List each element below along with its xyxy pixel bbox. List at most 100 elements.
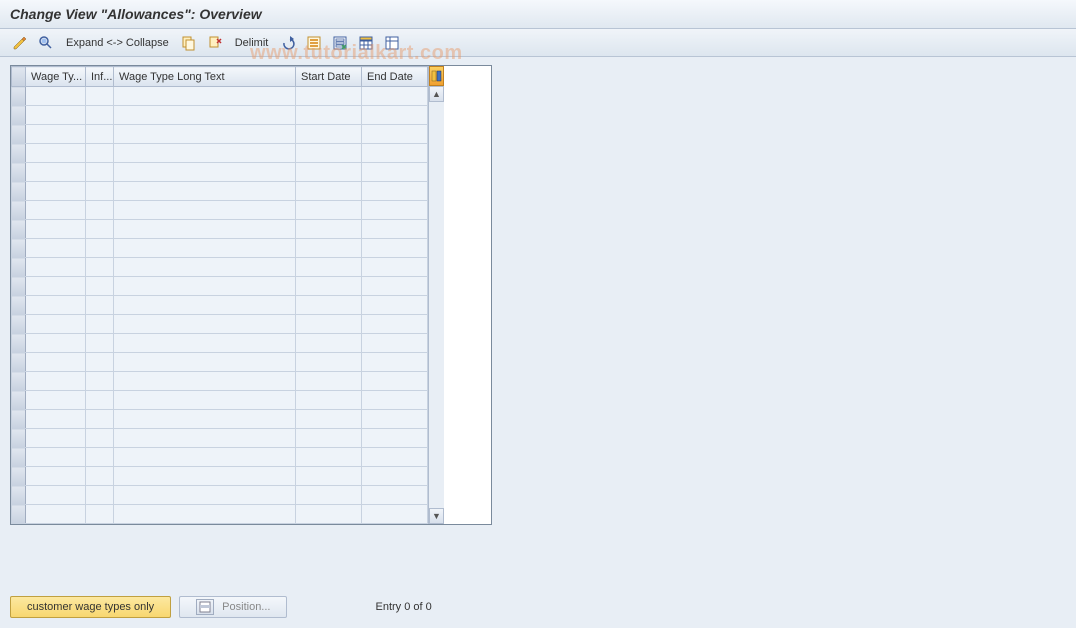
table-cell[interactable] <box>114 334 296 353</box>
row-selector[interactable] <box>12 125 26 144</box>
table-cell[interactable] <box>86 125 114 144</box>
table-row[interactable] <box>12 201 428 220</box>
table-cell[interactable] <box>296 125 362 144</box>
table-cell[interactable] <box>26 87 86 106</box>
table-cell[interactable] <box>26 258 86 277</box>
table-cell[interactable] <box>296 144 362 163</box>
table-row[interactable] <box>12 182 428 201</box>
table-cell[interactable] <box>114 220 296 239</box>
row-selector[interactable] <box>12 296 26 315</box>
table-cell[interactable] <box>86 163 114 182</box>
table-cell[interactable] <box>296 410 362 429</box>
table-cell[interactable] <box>362 334 428 353</box>
table-settings-button[interactable] <box>354 33 378 53</box>
table-cell[interactable] <box>114 467 296 486</box>
table-cell[interactable] <box>362 448 428 467</box>
row-selector[interactable] <box>12 239 26 258</box>
row-selector[interactable] <box>12 353 26 372</box>
table-cell[interactable] <box>26 353 86 372</box>
table-row[interactable] <box>12 391 428 410</box>
select-all-button[interactable] <box>302 33 326 53</box>
table-cell[interactable] <box>26 296 86 315</box>
column-header[interactable]: Inf... <box>86 67 114 87</box>
table-cell[interactable] <box>296 239 362 258</box>
deselect-all-button[interactable] <box>328 33 352 53</box>
table-cell[interactable] <box>362 125 428 144</box>
table-cell[interactable] <box>296 182 362 201</box>
details-button[interactable] <box>34 33 58 53</box>
table-row[interactable] <box>12 220 428 239</box>
table-row[interactable] <box>12 505 428 524</box>
table-cell[interactable] <box>114 258 296 277</box>
table-cell[interactable] <box>362 220 428 239</box>
table-cell[interactable] <box>296 106 362 125</box>
table-row[interactable] <box>12 125 428 144</box>
toggle-button[interactable] <box>8 33 32 53</box>
table-row[interactable] <box>12 239 428 258</box>
table-cell[interactable] <box>362 315 428 334</box>
table-cell[interactable] <box>114 448 296 467</box>
table-cell[interactable] <box>296 353 362 372</box>
table-cell[interactable] <box>296 334 362 353</box>
table-cell[interactable] <box>296 163 362 182</box>
table-row[interactable] <box>12 486 428 505</box>
column-header[interactable]: Wage Ty... <box>26 67 86 87</box>
table-row[interactable] <box>12 448 428 467</box>
table-cell[interactable] <box>86 258 114 277</box>
table-cell[interactable] <box>86 106 114 125</box>
row-selector[interactable] <box>12 106 26 125</box>
table-cell[interactable] <box>362 505 428 524</box>
expand-collapse-label[interactable]: Expand <-> Collapse <box>60 37 175 49</box>
row-selector[interactable] <box>12 163 26 182</box>
row-selector[interactable] <box>12 486 26 505</box>
table-row[interactable] <box>12 353 428 372</box>
column-header[interactable]: End Date <box>362 67 428 87</box>
table-row[interactable] <box>12 372 428 391</box>
table-cell[interactable] <box>26 125 86 144</box>
copy-button[interactable] <box>177 33 201 53</box>
table-cell[interactable] <box>114 201 296 220</box>
row-selector-header[interactable] <box>12 67 26 87</box>
table-cell[interactable] <box>114 182 296 201</box>
table-cell[interactable] <box>86 239 114 258</box>
print-button[interactable] <box>380 33 404 53</box>
table-cell[interactable] <box>26 505 86 524</box>
table-cell[interactable] <box>26 486 86 505</box>
table-cell[interactable] <box>114 315 296 334</box>
table-cell[interactable] <box>86 429 114 448</box>
table-cell[interactable] <box>86 467 114 486</box>
row-selector[interactable] <box>12 391 26 410</box>
table-cell[interactable] <box>26 410 86 429</box>
table-cell[interactable] <box>26 448 86 467</box>
table-cell[interactable] <box>114 296 296 315</box>
table-cell[interactable] <box>296 277 362 296</box>
table-cell[interactable] <box>26 467 86 486</box>
table-cell[interactable] <box>86 296 114 315</box>
table-cell[interactable] <box>296 505 362 524</box>
table-row[interactable] <box>12 87 428 106</box>
table-cell[interactable] <box>26 144 86 163</box>
table-cell[interactable] <box>362 277 428 296</box>
table-cell[interactable] <box>86 201 114 220</box>
table-cell[interactable] <box>362 391 428 410</box>
row-selector[interactable] <box>12 448 26 467</box>
table-cell[interactable] <box>86 391 114 410</box>
table-cell[interactable] <box>362 486 428 505</box>
table-cell[interactable] <box>114 163 296 182</box>
table-cell[interactable] <box>296 429 362 448</box>
table-cell[interactable] <box>26 106 86 125</box>
table-cell[interactable] <box>86 448 114 467</box>
table-cell[interactable] <box>114 429 296 448</box>
table-cell[interactable] <box>26 277 86 296</box>
table-cell[interactable] <box>26 391 86 410</box>
table-cell[interactable] <box>362 201 428 220</box>
table-cell[interactable] <box>296 220 362 239</box>
table-cell[interactable] <box>362 372 428 391</box>
row-selector[interactable] <box>12 220 26 239</box>
table-cell[interactable] <box>296 372 362 391</box>
delete-button[interactable] <box>203 33 227 53</box>
table-row[interactable] <box>12 144 428 163</box>
table-row[interactable] <box>12 315 428 334</box>
row-selector[interactable] <box>12 315 26 334</box>
table-cell[interactable] <box>86 315 114 334</box>
